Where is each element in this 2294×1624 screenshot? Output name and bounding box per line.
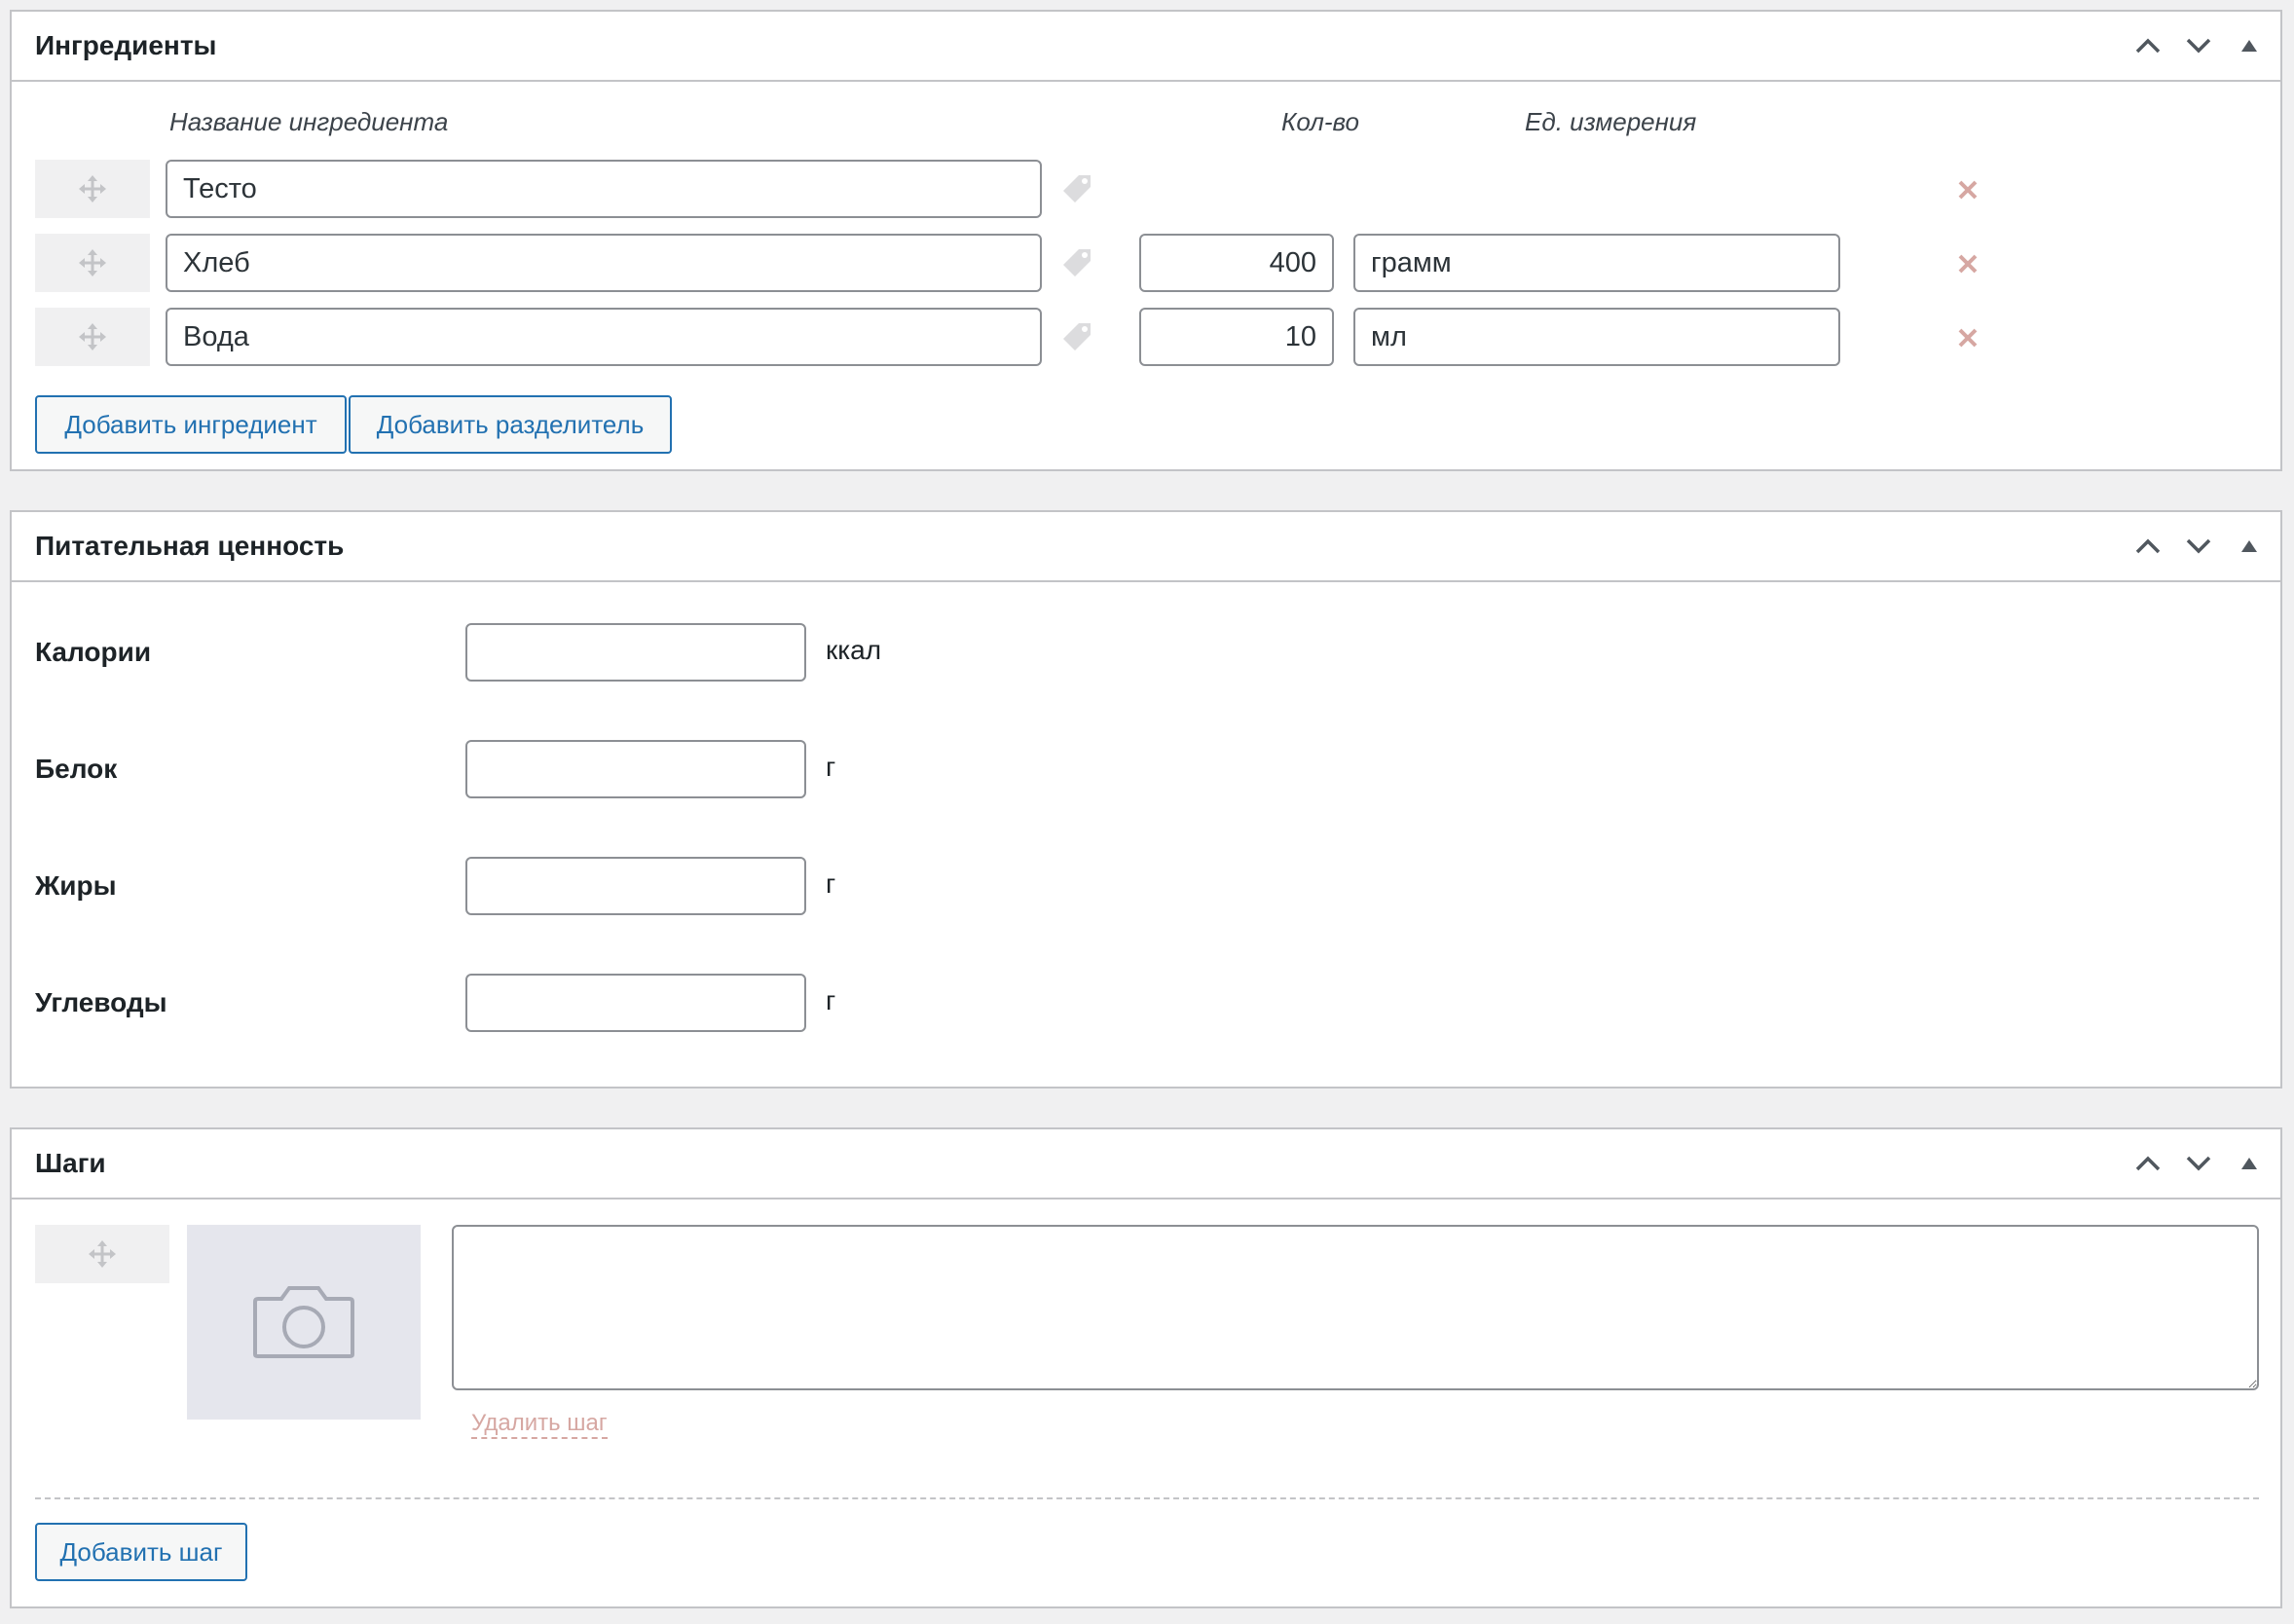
tag-icon[interactable] [1059, 319, 1094, 359]
drag-handle[interactable] [35, 160, 150, 218]
move-up-button[interactable] [2123, 20, 2173, 71]
steps-box: Шаги Удалить шаг Добавить шаг [10, 1127, 2282, 1608]
ingredient-unit-input[interactable] [1353, 234, 1840, 292]
ingredient-qty-input[interactable] [1139, 308, 1334, 366]
ingredient-name-input[interactable] [166, 234, 1042, 292]
calories-unit: ккал [826, 635, 882, 665]
drag-handle[interactable] [35, 308, 150, 366]
move-down-button[interactable] [2173, 1138, 2224, 1189]
move-up-button[interactable] [2123, 521, 2173, 572]
chevron-up-icon [2135, 538, 2161, 554]
toggle-panel-button[interactable] [2224, 20, 2275, 71]
triangle-up-icon [2241, 540, 2257, 552]
carbs-input[interactable] [465, 974, 806, 1032]
ingredients-box: Ингредиенты Название ингредиента Кол-во … [10, 10, 2282, 471]
steps-box-body: Удалить шаг Добавить шаг [12, 1200, 2280, 1606]
col-header-unit: Ед. измерения [1525, 107, 1697, 136]
drag-handle[interactable] [35, 234, 150, 292]
carbs-unit: г [826, 985, 836, 1015]
calories-input[interactable] [465, 623, 806, 682]
camera-icon [253, 1286, 354, 1358]
calories-label: Калории [35, 637, 152, 667]
toggle-panel-button[interactable] [2224, 521, 2275, 572]
chevron-up-icon [2135, 38, 2161, 54]
tag-icon[interactable] [1059, 171, 1094, 211]
ingredient-unit-input[interactable] [1353, 308, 1840, 366]
triangle-up-icon [2241, 1158, 2257, 1169]
ingredient-name-input[interactable] [166, 160, 1042, 218]
carbs-label: Углеводы [35, 987, 167, 1017]
drag-handle[interactable] [35, 1225, 169, 1283]
protein-unit: г [826, 752, 836, 782]
step-separator [35, 1497, 2259, 1499]
nutrition-box-body: Калории ккал Белок г Жиры г Углеводы г [12, 582, 2280, 1087]
add-separator-button[interactable]: Добавить разделитель [349, 395, 672, 454]
ingredients-box-title: Ингредиенты [35, 30, 217, 60]
move-arrows-icon [79, 323, 106, 351]
handle-actions [2123, 12, 2280, 80]
remove-x-icon[interactable] [1957, 327, 1979, 353]
tag-icon[interactable] [1059, 245, 1094, 285]
fat-unit: г [826, 868, 836, 899]
chevron-up-icon [2135, 1156, 2161, 1171]
move-up-button[interactable] [2123, 1138, 2173, 1189]
steps-box-title: Шаги [35, 1148, 106, 1178]
move-arrows-icon [79, 175, 106, 203]
ingredients-box-header: Ингредиенты [12, 12, 2280, 82]
remove-x-icon[interactable] [1957, 253, 1979, 279]
chevron-down-icon [2186, 1156, 2211, 1171]
nutrition-box-header: Питательная ценность [12, 512, 2280, 582]
delete-step-link[interactable]: Удалить шаг [471, 1410, 608, 1439]
add-ingredient-button[interactable]: Добавить ингредиент [35, 395, 347, 454]
move-arrows-icon [79, 249, 106, 277]
chevron-down-icon [2186, 538, 2211, 554]
fat-input[interactable] [465, 857, 806, 915]
nutrition-box-title: Питательная ценность [35, 531, 345, 561]
col-header-qty: Кол-во [1281, 107, 1359, 136]
step-description-textarea[interactable] [452, 1225, 2259, 1390]
ingredient-qty-input[interactable] [1139, 234, 1334, 292]
move-arrows-icon [89, 1240, 116, 1268]
ingredients-box-body: Название ингредиента Кол-во Ед. измерени… [12, 82, 2280, 469]
steps-box-header: Шаги [12, 1129, 2280, 1200]
step-photo-upload[interactable] [187, 1225, 421, 1420]
handle-actions [2123, 1129, 2280, 1198]
ingredient-name-input[interactable] [166, 308, 1042, 366]
nutrition-box: Питательная ценность Калории ккал Белок … [10, 510, 2282, 1089]
chevron-down-icon [2186, 38, 2211, 54]
protein-label: Белок [35, 754, 118, 784]
move-down-button[interactable] [2173, 521, 2224, 572]
remove-x-icon[interactable] [1957, 179, 1979, 205]
toggle-panel-button[interactable] [2224, 1138, 2275, 1189]
col-header-name: Название ингредиента [169, 107, 449, 136]
add-step-button[interactable]: Добавить шаг [35, 1523, 247, 1581]
move-down-button[interactable] [2173, 20, 2224, 71]
protein-input[interactable] [465, 740, 806, 798]
fat-label: Жиры [35, 870, 117, 901]
handle-actions [2123, 512, 2280, 580]
triangle-up-icon [2241, 40, 2257, 52]
